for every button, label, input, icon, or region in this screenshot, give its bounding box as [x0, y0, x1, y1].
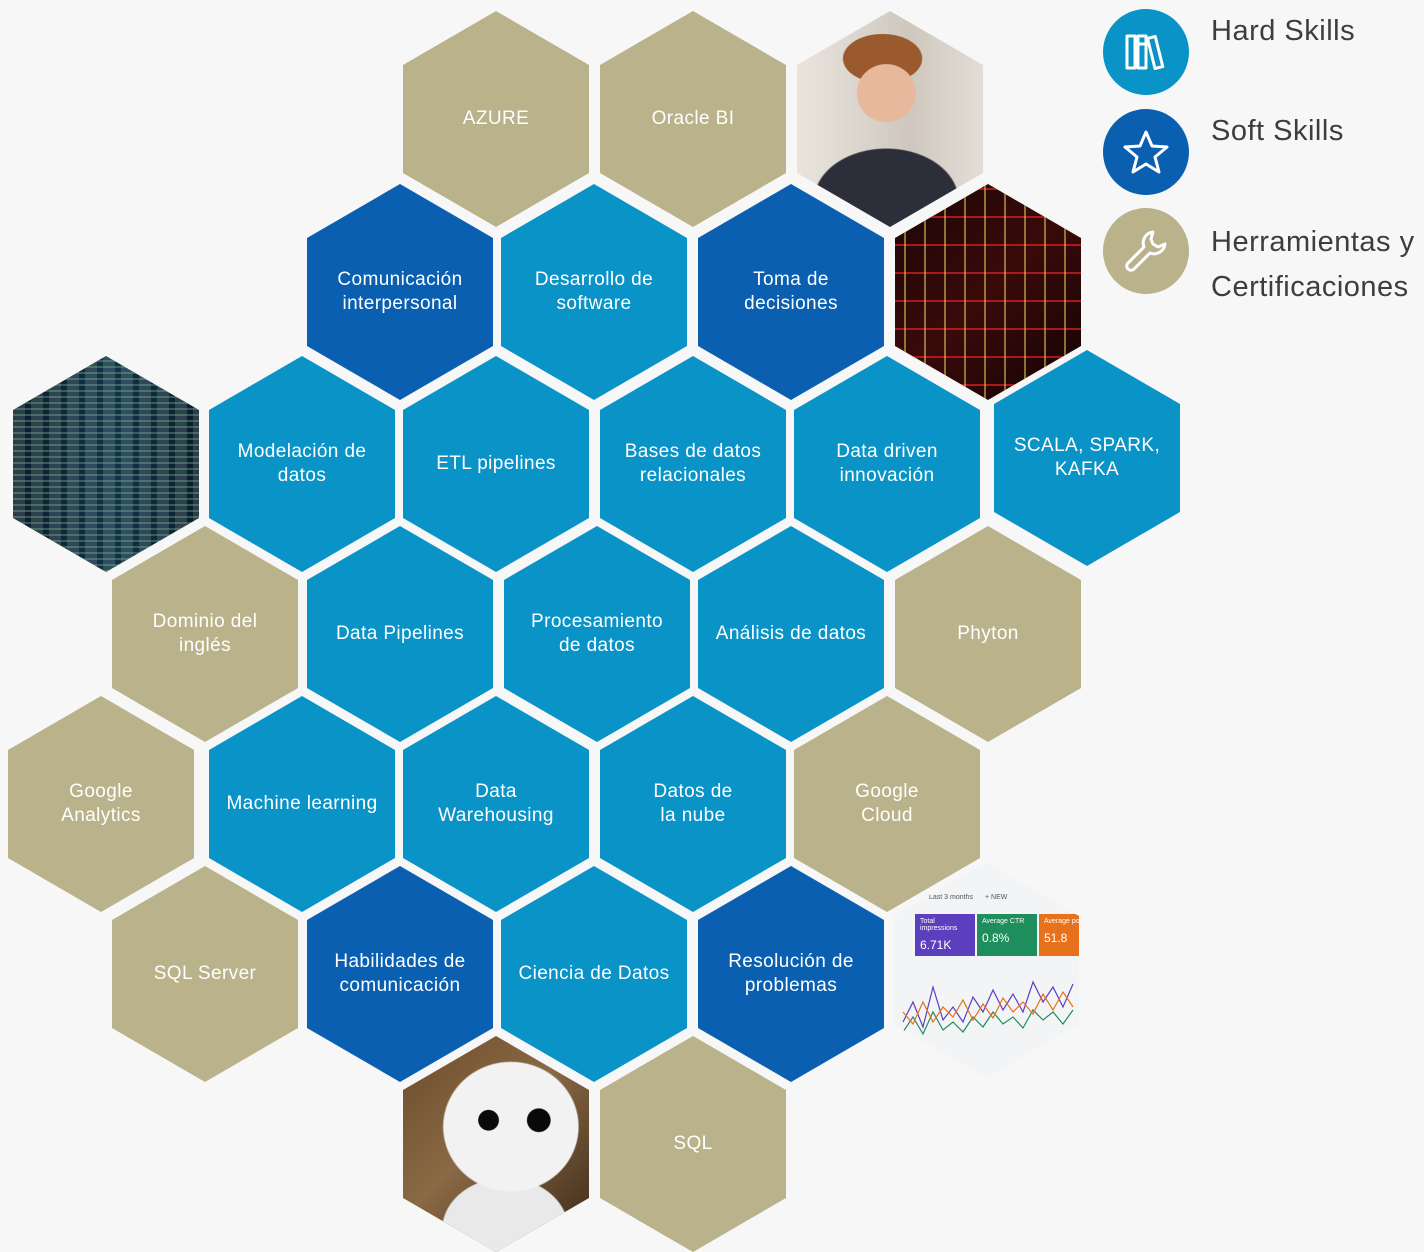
hex-azure: AZURE — [403, 11, 589, 227]
hex-sql: SQL — [600, 1036, 786, 1252]
hex-label: Ciencia de Datos — [518, 963, 670, 984]
hex-label: Modelación de datos — [237, 441, 367, 486]
legend-swatch-tools — [1103, 208, 1189, 294]
analytics-line-chart — [902, 980, 1074, 1036]
hex-data-pipelines: Data Pipelines — [307, 526, 493, 742]
hex-desarrollo-software: Desarrollo de software — [501, 184, 687, 400]
hex-label: Datos de la nube — [653, 781, 733, 826]
hex-procesamiento-datos: Procesamiento de datos — [504, 526, 690, 742]
hex-label: Bases de datos relacionales — [624, 441, 762, 486]
legend-label-soft: Soft Skills — [1211, 115, 1344, 147]
hex-label: Google Cloud — [855, 781, 919, 826]
hex-label: AZURE — [462, 108, 530, 129]
hex-label: SCALA, SPARK, KAFKA — [1013, 435, 1161, 480]
hex-sql-server: SQL Server — [112, 866, 298, 1082]
hex-oracle-bi: Oracle BI — [600, 11, 786, 227]
hex-label: SQL — [673, 1133, 713, 1154]
legend-hard-skills: Hard Skills — [1103, 9, 1355, 95]
hex-label: Comunicación interpersonal — [337, 269, 463, 314]
hex-datos-nube: Datos de la nube — [600, 696, 786, 912]
wrench-icon — [1125, 230, 1167, 272]
hex-label: Data Pipelines — [335, 623, 465, 644]
hex-etl-pipelines: ETL pipelines — [403, 356, 589, 572]
hex-resolucion-problemas: Resolución de problemas — [698, 866, 884, 1082]
legend-soft-skills: Soft Skills — [1103, 109, 1344, 195]
hex-dominio-ingles: Dominio del inglés — [112, 526, 298, 742]
hex-google-analytics: Google Analytics — [8, 696, 194, 912]
hex-habilidades-comunicacion: Habilidades de comunicación — [307, 866, 493, 1082]
hex-data-warehousing: Data Warehousing — [403, 696, 589, 912]
hex-label: Data driven innovación — [836, 441, 938, 486]
hex-ciencia-datos: Ciencia de Datos — [501, 866, 687, 1082]
legend-label-hard: Hard Skills — [1211, 15, 1356, 47]
hex-label: Dominio del inglés — [152, 611, 258, 656]
hex-label: SQL Server — [153, 963, 257, 984]
photo-robot — [403, 1036, 589, 1252]
hex-label: Toma de decisiones — [744, 269, 838, 314]
hex-label: Desarrollo de software — [534, 269, 654, 314]
hex-label: Resolución de problemas — [728, 951, 854, 996]
hex-label: Data Warehousing — [438, 781, 554, 826]
hex-machine-learning: Machine learning — [209, 696, 395, 912]
hex-analisis-datos: Análisis de datos — [698, 526, 884, 742]
hex-label: Habilidades de comunicación — [334, 951, 466, 996]
photo-student-headphones — [797, 11, 983, 227]
hex-data-driven: Data driven innovación — [794, 356, 980, 572]
photo-code-screen — [13, 356, 199, 572]
hex-label: Oracle BI — [651, 108, 735, 129]
hex-toma-decisiones: Toma de decisiones — [698, 184, 884, 400]
hex-phyton: Phyton — [895, 526, 1081, 742]
star-icon — [1123, 130, 1169, 174]
legend-swatch-hard — [1103, 9, 1189, 95]
books-icon — [1125, 34, 1165, 70]
hex-label: Análisis de datos — [715, 623, 867, 644]
hex-modelacion-datos: Modelación de datos — [209, 356, 395, 572]
photo-circuit-board — [895, 184, 1081, 400]
hex-comunicacion-interpersonal: Comunicación interpersonal — [307, 184, 493, 400]
hex-label: Phyton — [957, 623, 1019, 644]
hex-bases-datos-relacionales: Bases de datos relacionales — [600, 356, 786, 572]
hex-label: Procesamiento de datos — [531, 611, 663, 656]
legend-swatch-soft — [1103, 109, 1189, 195]
hex-label: ETL pipelines — [436, 453, 556, 474]
legend-tools-certifications: Herramientas y Certificaciones — [1103, 208, 1415, 310]
hex-label: Machine learning — [226, 793, 378, 814]
hex-google-cloud: Google Cloud — [794, 696, 980, 912]
hex-scala-spark-kafka: SCALA, SPARK, KAFKA — [994, 350, 1180, 566]
legend-label-tools: Herramientas y Certificaciones — [1211, 226, 1415, 303]
hex-label: Google Analytics — [61, 781, 141, 826]
photo-analytics-dashboard: Last 3 months + NEW Total impressions 6.… — [893, 862, 1079, 1078]
